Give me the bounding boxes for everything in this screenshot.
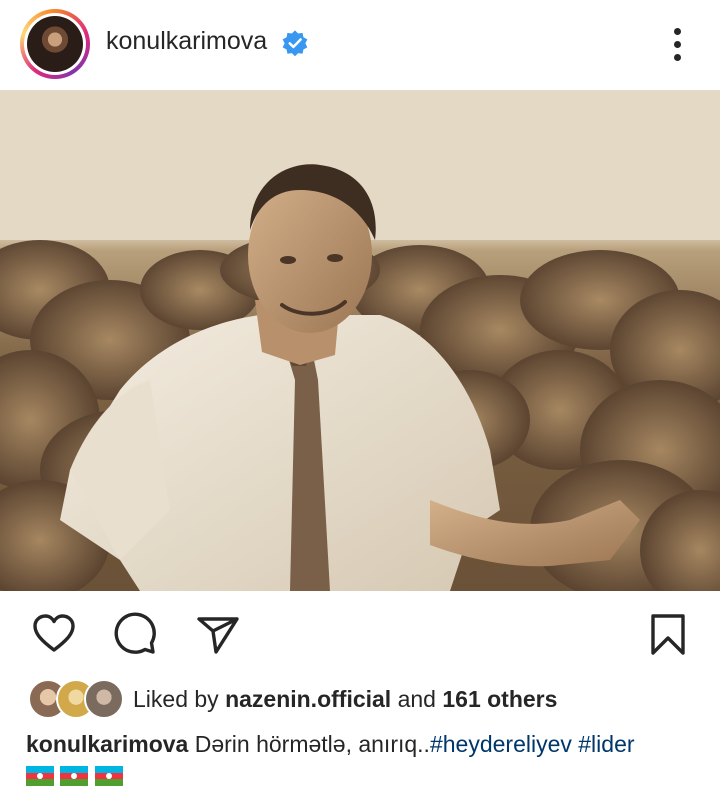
likes-and: and [397, 686, 436, 712]
avatar-image [27, 16, 83, 72]
heart-icon[interactable] [30, 610, 78, 658]
caption-flags [26, 766, 125, 788]
sepia-portrait-photo [0, 90, 720, 591]
bookmark-icon[interactable] [644, 610, 692, 658]
hashtag-heydereliyev[interactable]: #heydereliyev [430, 731, 572, 757]
verified-badge-icon [282, 30, 308, 57]
likes-user[interactable]: nazenin.official [225, 686, 391, 712]
liker-avatar [84, 679, 124, 719]
action-bar [0, 600, 720, 664]
azerbaijan-flag-icon [26, 766, 54, 786]
likes-prefix: Liked by [133, 686, 219, 712]
post-header: konulkarimova [0, 0, 720, 88]
likes-others[interactable]: 161 others [442, 686, 557, 712]
caption-username[interactable]: konulkarimova [26, 731, 188, 757]
avatar[interactable] [20, 9, 90, 79]
more-vertical-icon[interactable] [666, 24, 690, 64]
hashtag-lider[interactable]: #lider [578, 731, 634, 757]
likes-text: Liked by nazenin.official and 161 others [133, 686, 557, 713]
azerbaijan-flag-icon [60, 766, 89, 786]
caption-text: Dərin hörmətlə, anırıq.. [194, 731, 430, 757]
azerbaijan-flag-icon [94, 766, 123, 786]
caption: konulkarimova Dərin hörmətlə, anırıq..#h… [26, 731, 635, 758]
send-icon[interactable] [194, 610, 242, 658]
avatar-frame [24, 13, 86, 75]
comment-icon[interactable] [111, 610, 159, 658]
likes-row[interactable]: Liked by nazenin.official and 161 others [0, 676, 720, 720]
post-username[interactable]: konulkarimova [106, 27, 267, 56]
post-photo[interactable] [0, 90, 720, 591]
